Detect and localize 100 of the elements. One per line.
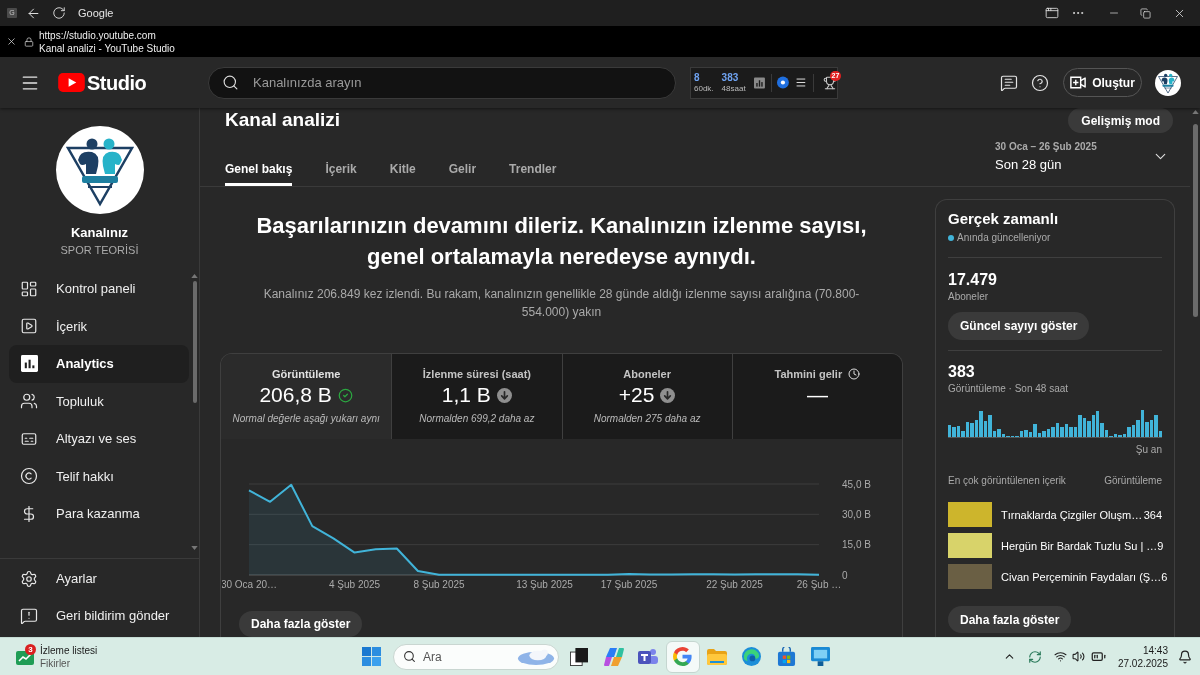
stat-label: 60dk.	[694, 84, 714, 93]
scrollbar-thumb[interactable]	[1192, 124, 1198, 317]
video-title[interactable]: Tırnaklarda Çizgiler Oluşm…	[1001, 507, 1143, 522]
live-dot-icon	[948, 235, 954, 241]
view-count: 383	[948, 362, 976, 382]
close-icon[interactable]	[6, 36, 17, 47]
show-count-button[interactable]: Güncel sayıyı göster	[948, 312, 1090, 340]
scroll-down-icon[interactable]	[191, 546, 198, 550]
notification-badge: 3	[25, 643, 36, 655]
back-icon[interactable]	[26, 5, 41, 21]
nav-item[interactable]: Geri bildirim gönder	[9, 597, 199, 634]
nav-item[interactable]: Telif hakkı	[9, 457, 189, 495]
metric-value: —	[806, 383, 828, 407]
wifi-icon[interactable]	[1053, 650, 1067, 663]
search-field[interactable]: Kanalınızda arayın	[208, 66, 676, 99]
date-range-label: Son 28 gün	[995, 157, 1062, 173]
window-tile-icon	[811, 647, 831, 666]
stat-label: 48saat	[721, 84, 746, 93]
tab[interactable]: İçerik	[325, 161, 357, 186]
scroll-up-icon[interactable]	[191, 274, 198, 278]
metric-tile[interactable]: Aboneler +25 Normalden 275 daha az	[561, 354, 732, 439]
x-axis-label: 8 Şub 2025	[413, 579, 465, 590]
people-icon	[20, 392, 38, 411]
video-title[interactable]: Hergün Bir Bardak Tuzlu Su | …	[1001, 538, 1158, 553]
nav-item[interactable]: İçerik	[9, 307, 189, 345]
tab[interactable]: Genel bakış	[225, 161, 293, 186]
dashboard-icon	[20, 279, 38, 298]
date-range-dropdown[interactable]: 30 Oca – 26 Şub 2025 Son 28 gün	[982, 136, 1177, 177]
speaker-icon[interactable]	[1071, 650, 1085, 663]
metric-value: 1,1 B	[441, 383, 491, 407]
tab[interactable]: Gelir	[448, 161, 477, 186]
metric-tile[interactable]: İzlenme süresi (saat) 1,1 B Normalden 699,2 daha az	[391, 354, 562, 439]
battery-icon[interactable]	[1090, 649, 1106, 664]
nav-item[interactable]: Kontrol paneli	[9, 270, 189, 308]
video-views: 9	[1157, 538, 1164, 553]
taskbar-search-field[interactable]: Ara	[393, 643, 559, 670]
metric-tile[interactable]: Tahmini gelir —	[731, 354, 902, 439]
metric-note: Normal değerle aşağı yukarı aynı	[232, 412, 380, 426]
date-range-text: 30 Oca – 26 Şub 2025	[995, 140, 1097, 154]
advanced-mode-button[interactable]: Gelişmiş mod	[1068, 108, 1173, 133]
metric-value: 206,8 B	[259, 383, 332, 407]
create-button[interactable]: Oluştur	[1063, 68, 1142, 97]
x-axis-label: 17 Şub 2025	[600, 579, 658, 590]
show-more-button[interactable]: Daha fazla göster	[948, 606, 1072, 633]
channel-logo[interactable]	[55, 126, 144, 214]
four-panes-icon[interactable]	[362, 647, 381, 666]
play-logo-icon	[58, 73, 85, 92]
thumbnail-placeholder[interactable]	[948, 502, 992, 527]
channel-title: Kanalınız	[70, 225, 129, 241]
scroll-up-icon[interactable]	[1191, 110, 1199, 114]
page-title: Kanal analizi	[225, 108, 341, 133]
chart-tile-icon[interactable]	[16, 648, 34, 665]
bar-chart-icon[interactable]	[753, 76, 765, 89]
play-square-icon	[20, 317, 38, 336]
summary-headline: Başarılarınızın devamını dileriz. Kanalınızın izlenme sayısı, genel ortalamayla neredeyse aynıydı.	[255, 212, 868, 271]
thumbnail-placeholder[interactable]	[948, 533, 992, 558]
overlapping-squares-icon	[570, 647, 589, 666]
x-axis-label: 13 Şub 2025	[516, 579, 573, 590]
bell-icon[interactable]	[1178, 649, 1192, 664]
video-views: 364	[1143, 507, 1162, 522]
studio-logo-link[interactable]: Studio	[58, 67, 147, 98]
widget-title[interactable]: İzleme listesi	[40, 643, 98, 657]
sync-icon[interactable]	[1027, 649, 1042, 664]
video-title[interactable]: Civan Perçeminin Faydaları (Ş…	[1001, 569, 1162, 584]
app-window-icon[interactable]	[1045, 6, 1059, 20]
dot-circle-icon[interactable]	[777, 76, 790, 89]
nav-item[interactable]: Para kazanma	[9, 495, 189, 533]
channel-name: SPOR TEORİSİ	[60, 243, 139, 257]
y-axis-label: 15,0 B	[842, 539, 871, 551]
tab[interactable]: Kitle	[389, 161, 416, 186]
help-icon[interactable]	[1031, 73, 1049, 92]
metric-label: Tahmini gelir	[774, 367, 843, 381]
nav-item[interactable]: Topluluk	[9, 382, 189, 420]
x-axis-label: 4 Şub 2025	[328, 579, 381, 590]
people-tile-icon	[638, 646, 659, 667]
folder-icon	[707, 648, 728, 665]
scrollbar-thumb[interactable]	[192, 281, 197, 403]
feedback-icon[interactable]	[1000, 73, 1018, 92]
nav-item[interactable]: Altyazı ve ses	[9, 420, 189, 458]
show-more-button[interactable]: Daha fazla göster	[239, 611, 363, 637]
reload-icon[interactable]	[52, 6, 66, 20]
search-icon	[403, 650, 416, 663]
feedback-icon	[20, 606, 38, 625]
swirl-circle-icon	[742, 647, 762, 666]
menu-icon[interactable]	[795, 76, 808, 89]
metric-note: Normalden 275 daha az	[593, 412, 701, 426]
subscriber-count: 17.479	[948, 270, 998, 290]
nav-item[interactable]: Ayarlar	[9, 560, 199, 597]
channel-avatar[interactable]	[1155, 69, 1181, 96]
clock-date[interactable]: 27.02.2025	[1117, 656, 1168, 670]
thumbnail-placeholder[interactable]	[948, 564, 992, 589]
metric-note: Normalden 699,2 daha az	[419, 412, 535, 426]
settings-icon	[20, 569, 38, 588]
nav-item[interactable]: Analytics	[9, 345, 189, 383]
metric-label: Görüntüleme	[271, 367, 341, 381]
x-axis-label: 22 Şub 2025	[706, 579, 763, 590]
restore-icon[interactable]	[1140, 7, 1151, 19]
metric-value: +25	[618, 383, 655, 407]
clock-time[interactable]: 14:43	[1142, 643, 1168, 657]
tab[interactable]: Trendler	[509, 161, 557, 186]
